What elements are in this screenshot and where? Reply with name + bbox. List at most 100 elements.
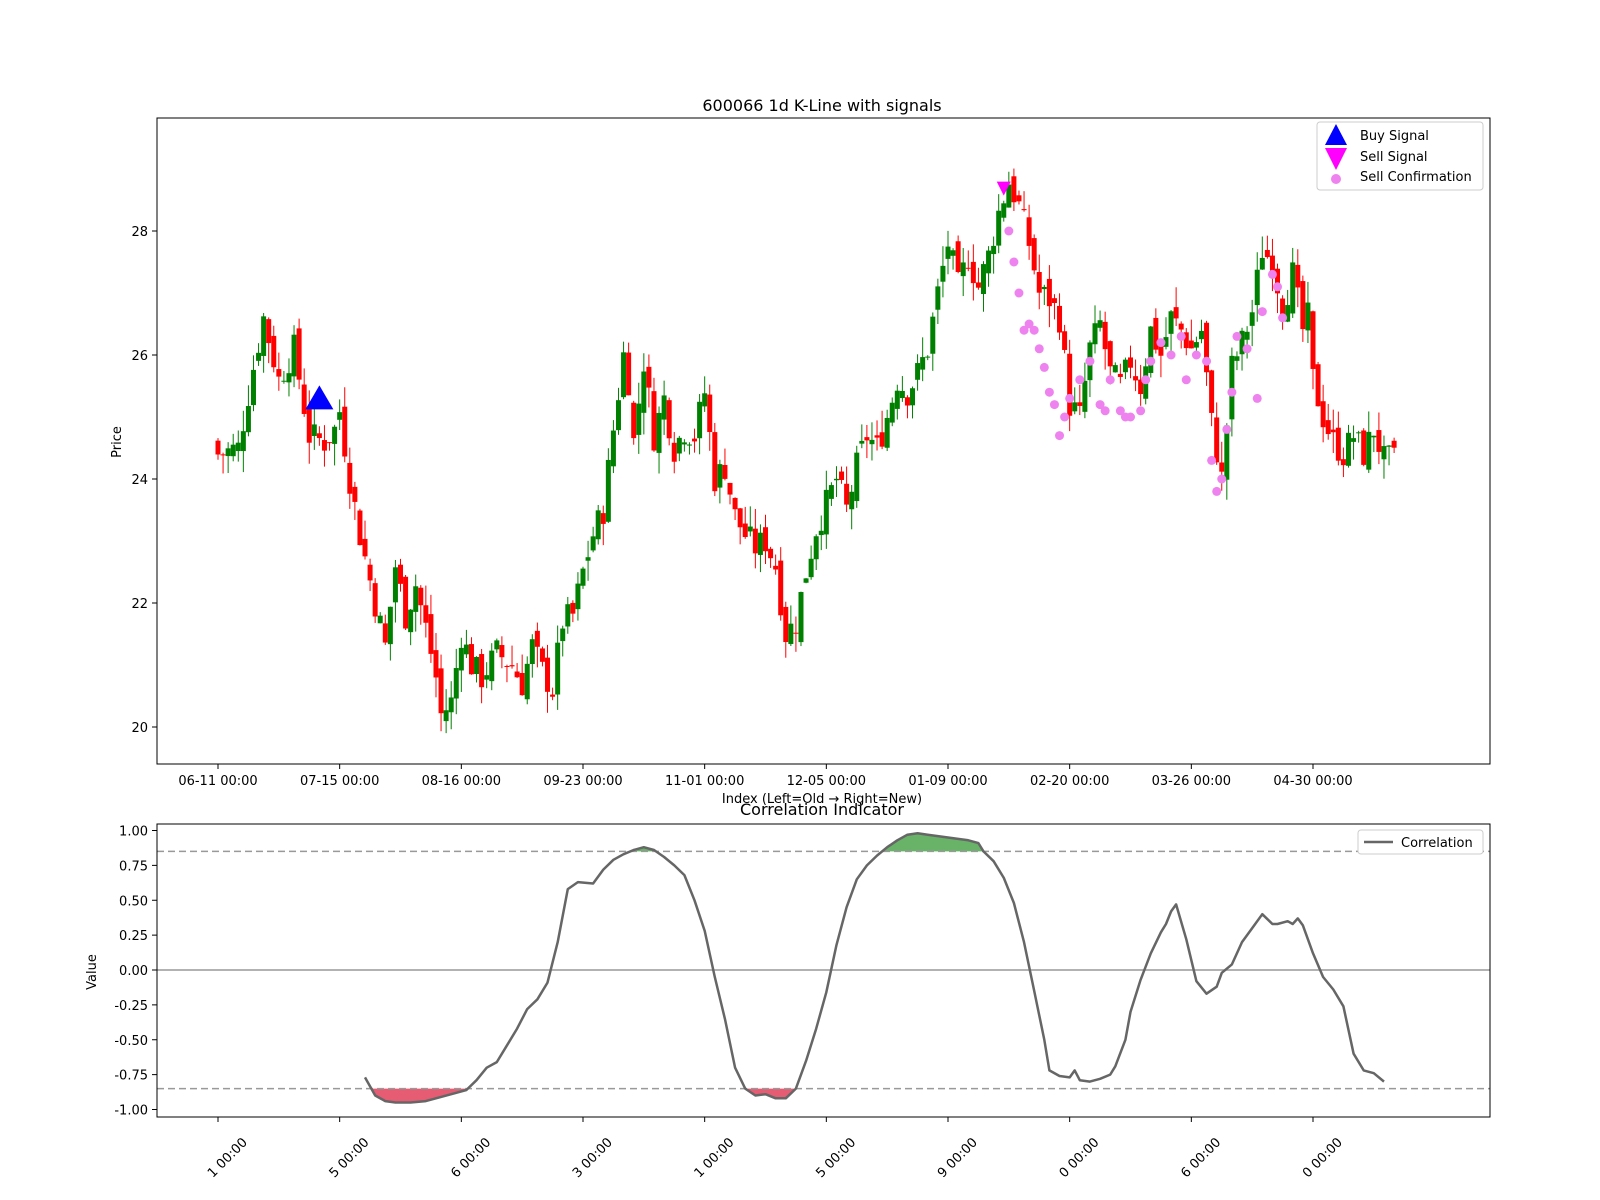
sell-confirmation-point (1100, 406, 1110, 416)
candle-body (991, 245, 997, 255)
candle-body (580, 568, 586, 586)
candle-body (1305, 302, 1311, 331)
sell-confirmation-point (1065, 393, 1075, 403)
candle-body (514, 671, 520, 678)
candle-body (1335, 427, 1341, 461)
candle-body (1188, 340, 1194, 349)
sell-confirmation-point (1146, 356, 1156, 366)
correlation-ytick-label: 1.00 (119, 825, 148, 840)
candle-body (813, 536, 819, 560)
candle-body (1021, 209, 1027, 211)
candle-body (423, 605, 429, 623)
sell-confirmation-point (1222, 424, 1232, 434)
sell-confirmation-point (1227, 387, 1237, 397)
candle-body (534, 630, 540, 647)
candle-body (220, 454, 226, 456)
candle-body (1067, 353, 1073, 416)
candle-body (291, 334, 297, 377)
candle-body (1315, 364, 1321, 407)
sell-confirmation-point (1009, 257, 1019, 267)
sell-confirmation-point (1202, 356, 1212, 366)
candle-body (321, 440, 327, 451)
legend-label-sell-confirmation: Sell Confirmation (1360, 170, 1472, 185)
sell-confirmation-point (1181, 375, 1191, 385)
candle-body (1259, 257, 1265, 270)
kline-ylabel: Price (110, 426, 125, 458)
sell-confirmation-point (1136, 406, 1146, 416)
candle-body (1112, 365, 1118, 373)
candle-body (408, 609, 414, 633)
sell-confirmation-point (1212, 486, 1222, 496)
candle-body (245, 406, 251, 433)
candle-body (1209, 370, 1215, 413)
kline-xtick-label: 02-20 00:00 (1030, 774, 1109, 789)
kline-title: 600066 1d K-Line with signals (702, 96, 941, 115)
candle-body (1249, 312, 1255, 326)
candle-body (818, 530, 824, 536)
candle-body (479, 654, 485, 688)
correlation-title: Correlation Indicator (740, 800, 904, 819)
kline-xtick-label: 08-16 00:00 (422, 774, 501, 789)
candle-body (930, 316, 936, 354)
candle-body (1381, 446, 1387, 460)
candle-body (621, 352, 627, 398)
candle-body (864, 437, 870, 441)
candle-body (1264, 249, 1270, 258)
correlation-ytick-label: -0.75 (114, 1069, 148, 1084)
candle-body (301, 384, 307, 414)
candle-body (261, 316, 267, 356)
candle-body (1077, 402, 1083, 406)
candle-body (732, 497, 738, 510)
candle-body (1376, 430, 1382, 452)
sell-confirmation-point (1014, 288, 1024, 298)
candle-body (382, 623, 388, 643)
candle-body (570, 602, 576, 614)
candle-body (438, 668, 444, 714)
candle-body (1356, 432, 1362, 434)
candle-body (975, 282, 981, 288)
candle-body (1107, 341, 1113, 367)
candle-body (869, 439, 875, 445)
sell-confirmation-point (1232, 331, 1242, 341)
candle-body (996, 210, 1002, 246)
kline-ytick-label: 22 (131, 597, 148, 612)
sell-confirmation-point (1141, 375, 1151, 385)
sell-confirmation-point (1044, 387, 1054, 397)
candle-body (773, 565, 779, 570)
candle-body (1219, 462, 1225, 472)
candle-body (1300, 281, 1306, 330)
candle-body (707, 394, 713, 433)
candle-body (960, 262, 966, 277)
candle-body (1133, 376, 1139, 381)
candle-body (1320, 401, 1326, 428)
sell-confirmation-point (1217, 474, 1227, 484)
candle-body (524, 663, 530, 700)
candle-body (661, 395, 667, 420)
candle-body (529, 639, 535, 665)
figure: 600066 1d K-Line with signals 20 22 24 26 28… (0, 0, 1600, 1200)
candle-body (793, 632, 799, 634)
candle-body (681, 442, 687, 445)
candle-body (970, 261, 976, 284)
candle-body (712, 432, 718, 492)
candle-body (1198, 330, 1204, 340)
candle-body (504, 665, 510, 667)
candle-body (763, 527, 768, 552)
candle-body (240, 431, 246, 452)
correlation-ytick-label: 0.75 (119, 859, 148, 874)
candle-body (641, 371, 647, 413)
candle-body (702, 393, 708, 407)
candle-body (230, 444, 236, 457)
candle-body (266, 319, 272, 344)
sell-confirmation-point (1176, 331, 1186, 341)
correlation-legend: Correlation (1357, 829, 1484, 855)
correlation-ytick-label: -1.00 (114, 1104, 148, 1119)
candle-body (1122, 359, 1128, 373)
candle-body (788, 623, 794, 644)
candle-body (910, 388, 916, 406)
candle-body (727, 482, 733, 495)
candle-body (337, 412, 343, 420)
candle-body (565, 604, 571, 627)
candle-body (347, 462, 353, 494)
candle-body (1386, 445, 1392, 447)
